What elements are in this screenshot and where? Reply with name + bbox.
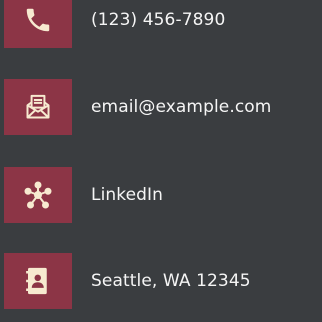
contact-item-phone[interactable]: (123) 456-7890	[0, 0, 322, 48]
address-book-icon	[25, 266, 51, 296]
phone-icon-tile	[4, 0, 72, 48]
address-icon-tile	[4, 253, 72, 309]
address-text: Seattle, WA 12345	[91, 271, 251, 291]
email-address[interactable]: email@example.com	[91, 97, 271, 117]
phone-number[interactable]: (123) 456-7890	[91, 10, 225, 30]
linkedin-icon-tile	[4, 167, 72, 223]
email-icon-tile	[4, 79, 72, 135]
contact-item-linkedin[interactable]: LinkedIn	[0, 167, 322, 223]
contact-item-address[interactable]: Seattle, WA 12345	[0, 253, 322, 309]
contact-list: (123) 456-7890 email@example.com LinkedI…	[0, 0, 322, 322]
email-icon	[24, 93, 52, 121]
linkedin-link[interactable]: LinkedIn	[91, 185, 163, 205]
contact-item-email[interactable]: email@example.com	[0, 79, 322, 135]
linkedin-network-icon	[23, 180, 53, 210]
phone-icon	[23, 5, 53, 35]
